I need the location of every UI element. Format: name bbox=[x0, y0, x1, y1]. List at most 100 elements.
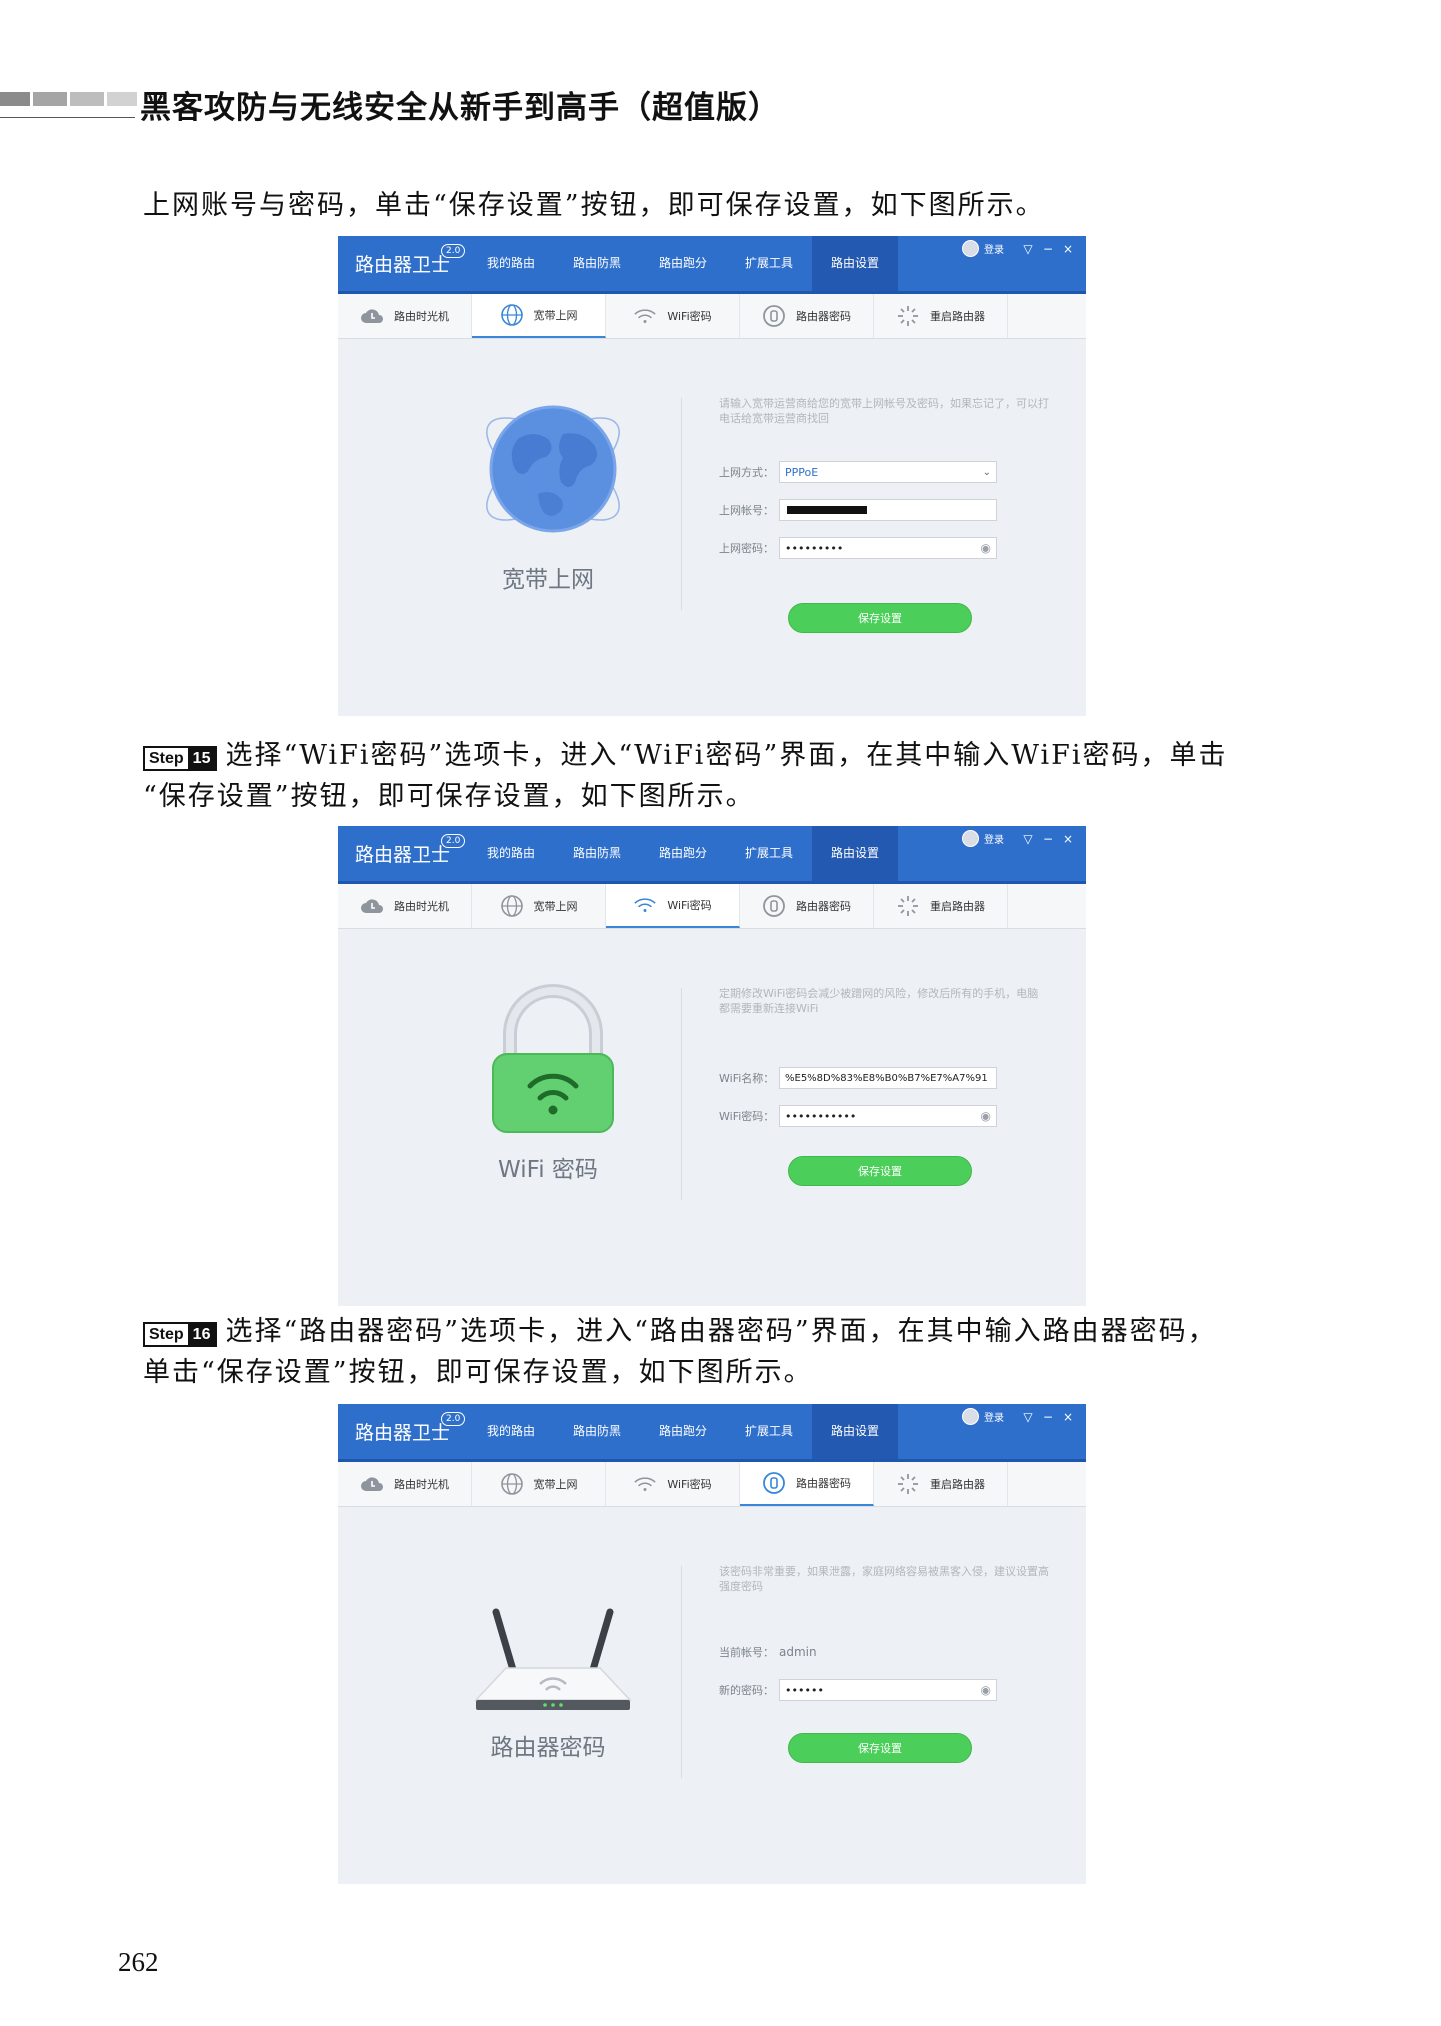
avatar[interactable] bbox=[962, 1408, 979, 1425]
lock-badge-icon bbox=[762, 304, 786, 328]
tab-broadband[interactable]: 宽带上网 bbox=[472, 1462, 606, 1506]
paragraph-1: 上网账号与密码，单击“保存设置”按钮，即可保存设置，如下图所示。 bbox=[143, 185, 1293, 226]
nav-anti-hack[interactable]: 路由防黑 bbox=[554, 236, 640, 291]
tab-label: WiFi密码 bbox=[667, 310, 712, 323]
tab-wifi-password[interactable]: WiFi密码 bbox=[606, 1462, 740, 1506]
wifi-password-input[interactable]: ••••••••••• ◉ bbox=[779, 1105, 997, 1127]
paragraph-step-16: Step 16 选择“路由器密码”选项卡，进入“路由器密码”界面，在其中输入路由器密… bbox=[143, 1311, 1293, 1393]
tab-label: WiFi密码 bbox=[667, 899, 712, 912]
tab-bar: 路由时光机 宽带上网 WiFi密码 路由器密码 重启路由器 bbox=[338, 884, 1086, 929]
minimize-button[interactable]: − bbox=[1038, 832, 1058, 846]
tab-time-machine[interactable]: 路由时光机 bbox=[338, 294, 472, 338]
tab-time-machine[interactable]: 路由时光机 bbox=[338, 1462, 472, 1506]
close-button[interactable]: × bbox=[1058, 242, 1078, 256]
header-block bbox=[0, 92, 30, 106]
divider bbox=[681, 1566, 682, 1778]
tab-router-password[interactable]: 路由器密码 bbox=[740, 1462, 874, 1506]
field-row-wifi-name: WiFi名称： %E5%8D%83%E8%B0%B7%E7%A7%91 bbox=[719, 1066, 997, 1090]
app-brand: 路由器卫士 bbox=[355, 254, 451, 276]
nav-my-router[interactable]: 我的路由 bbox=[468, 236, 554, 291]
step-badge: Step 16 bbox=[143, 1322, 218, 1347]
minimize-button[interactable]: − bbox=[1038, 242, 1058, 256]
close-button[interactable]: × bbox=[1058, 832, 1078, 846]
field-label: 新的密码： bbox=[719, 1684, 774, 1697]
save-button[interactable]: 保存设置 bbox=[788, 1733, 972, 1763]
tab-label: 路由时光机 bbox=[394, 1478, 449, 1491]
window-controls: 登录 ▽ − × bbox=[962, 240, 1078, 257]
save-button[interactable]: 保存设置 bbox=[788, 603, 972, 633]
tab-label: 重启路由器 bbox=[930, 310, 985, 323]
close-button[interactable]: × bbox=[1058, 1410, 1078, 1424]
menu-icon[interactable]: ▽ bbox=[1018, 832, 1038, 846]
password-input[interactable]: ••••••••• ◉ bbox=[779, 537, 997, 559]
tab-bar: 路由时光机 宽带上网 WiFi密码 路由器密码 重启路由器 bbox=[338, 294, 1086, 339]
field-label: WiFi密码： bbox=[719, 1110, 775, 1123]
login-link[interactable]: 登录 bbox=[984, 831, 1004, 846]
tab-restart-router[interactable]: 重启路由器 bbox=[874, 294, 1008, 338]
new-password-input[interactable]: •••••• ◉ bbox=[779, 1679, 997, 1701]
tab-label: 宽带上网 bbox=[533, 309, 578, 322]
nav-settings[interactable]: 路由设置 bbox=[812, 236, 898, 291]
illustration-label: 路由器密码 bbox=[490, 1735, 606, 1761]
avatar[interactable] bbox=[962, 830, 979, 847]
menu-icon[interactable]: ▽ bbox=[1018, 242, 1038, 256]
globe-icon bbox=[500, 1472, 524, 1496]
nav-speed-test[interactable]: 路由跑分 bbox=[640, 826, 726, 881]
save-button[interactable]: 保存设置 bbox=[788, 1156, 972, 1186]
menu-icon[interactable]: ▽ bbox=[1018, 1410, 1038, 1424]
account-input[interactable] bbox=[779, 499, 997, 521]
paragraph-text: 选择“路由器密码”选项卡，进入“路由器密码”界面，在其中输入路由器密码， bbox=[225, 1316, 1217, 1347]
wifi-name-input[interactable]: %E5%8D%83%E8%B0%B7%E7%A7%91 bbox=[779, 1067, 997, 1089]
nav-speed-test[interactable]: 路由跑分 bbox=[640, 1404, 726, 1459]
book-title: 黑客攻防与无线安全从新手到高手（超值版） bbox=[140, 90, 780, 126]
select-value: PPPoE bbox=[785, 465, 819, 479]
tab-wifi-password[interactable]: WiFi密码 bbox=[606, 294, 740, 338]
tab-wifi-password[interactable]: WiFi密码 bbox=[606, 884, 740, 928]
tab-broadband[interactable]: 宽带上网 bbox=[472, 294, 606, 338]
field-row-current-account: 当前帐号： admin bbox=[719, 1640, 817, 1664]
tab-time-machine[interactable]: 路由时光机 bbox=[338, 884, 472, 928]
nav-my-router[interactable]: 我的路由 bbox=[468, 826, 554, 881]
page-number: 262 bbox=[118, 1947, 159, 1977]
cloud-icon bbox=[360, 894, 384, 918]
nav-tools[interactable]: 扩展工具 bbox=[726, 1404, 812, 1459]
header-decoration bbox=[0, 92, 140, 106]
field-row-password: 上网密码： ••••••••• ◉ bbox=[719, 536, 997, 560]
nav-settings[interactable]: 路由设置 bbox=[812, 826, 898, 881]
minimize-button[interactable]: − bbox=[1038, 1410, 1058, 1424]
nav-speed-test[interactable]: 路由跑分 bbox=[640, 236, 726, 291]
redacted-value bbox=[787, 506, 867, 514]
nav-anti-hack[interactable]: 路由防黑 bbox=[554, 826, 640, 881]
tab-router-password[interactable]: 路由器密码 bbox=[740, 884, 874, 928]
tab-broadband[interactable]: 宽带上网 bbox=[472, 884, 606, 928]
app-window-router-password: 路由器卫士 2.0 我的路由 路由防黑 路由跑分 扩展工具 路由设置 登录 ▽ … bbox=[338, 1404, 1086, 1884]
paragraph-text: 选择“WiFi密码”选项卡，进入“WiFi密码”界面，在其中输入WiFi密码，单… bbox=[225, 740, 1228, 771]
eye-icon[interactable]: ◉ bbox=[981, 541, 991, 555]
nav-settings[interactable]: 路由设置 bbox=[812, 1404, 898, 1459]
main-nav: 我的路由 路由防黑 路由跑分 扩展工具 路由设置 bbox=[468, 236, 898, 291]
eye-icon[interactable]: ◉ bbox=[981, 1683, 991, 1697]
titlebar: 路由器卫士 2.0 我的路由 路由防黑 路由跑分 扩展工具 路由设置 登录 ▽ … bbox=[338, 826, 1086, 884]
login-link[interactable]: 登录 bbox=[984, 241, 1004, 256]
app-brand: 路由器卫士 bbox=[355, 844, 451, 866]
titlebar: 路由器卫士 2.0 我的路由 路由防黑 路由跑分 扩展工具 路由设置 登录 ▽ … bbox=[338, 1404, 1086, 1462]
cloud-icon bbox=[360, 1472, 384, 1496]
avatar[interactable] bbox=[962, 240, 979, 257]
nav-anti-hack[interactable]: 路由防黑 bbox=[554, 1404, 640, 1459]
nav-tools[interactable]: 扩展工具 bbox=[726, 236, 812, 291]
tab-router-password[interactable]: 路由器密码 bbox=[740, 294, 874, 338]
eye-icon[interactable]: ◉ bbox=[981, 1109, 991, 1123]
password-value: ••••••••••• bbox=[785, 1109, 857, 1123]
tab-restart-router[interactable]: 重启路由器 bbox=[874, 1462, 1008, 1506]
login-link[interactable]: 登录 bbox=[984, 1409, 1004, 1424]
paragraph-line: 上网账号与密码，单击“保存设置”按钮，即可保存设置，如下图所示。 bbox=[143, 190, 1045, 221]
nav-tools[interactable]: 扩展工具 bbox=[726, 826, 812, 881]
tab-restart-router[interactable]: 重启路由器 bbox=[874, 884, 1008, 928]
paragraph-line: Step 16 选择“路由器密码”选项卡，进入“路由器密码”界面，在其中输入路由器密… bbox=[143, 1311, 1293, 1352]
connection-type-select[interactable]: PPPoE ⌄ bbox=[779, 461, 997, 483]
hint-text: 该密码非常重要，如果泄露，家庭网络容易被黑客入侵，建议设置高强度密码 bbox=[719, 1565, 1049, 1593]
hint-text: 请输入宽带运营商给您的宽带上网帐号及密码，如果忘记了，可以打电话给宽带运营商找回 bbox=[719, 397, 1049, 425]
nav-my-router[interactable]: 我的路由 bbox=[468, 1404, 554, 1459]
tab-label: WiFi密码 bbox=[667, 1478, 712, 1491]
version-badge: 2.0 bbox=[441, 834, 466, 848]
